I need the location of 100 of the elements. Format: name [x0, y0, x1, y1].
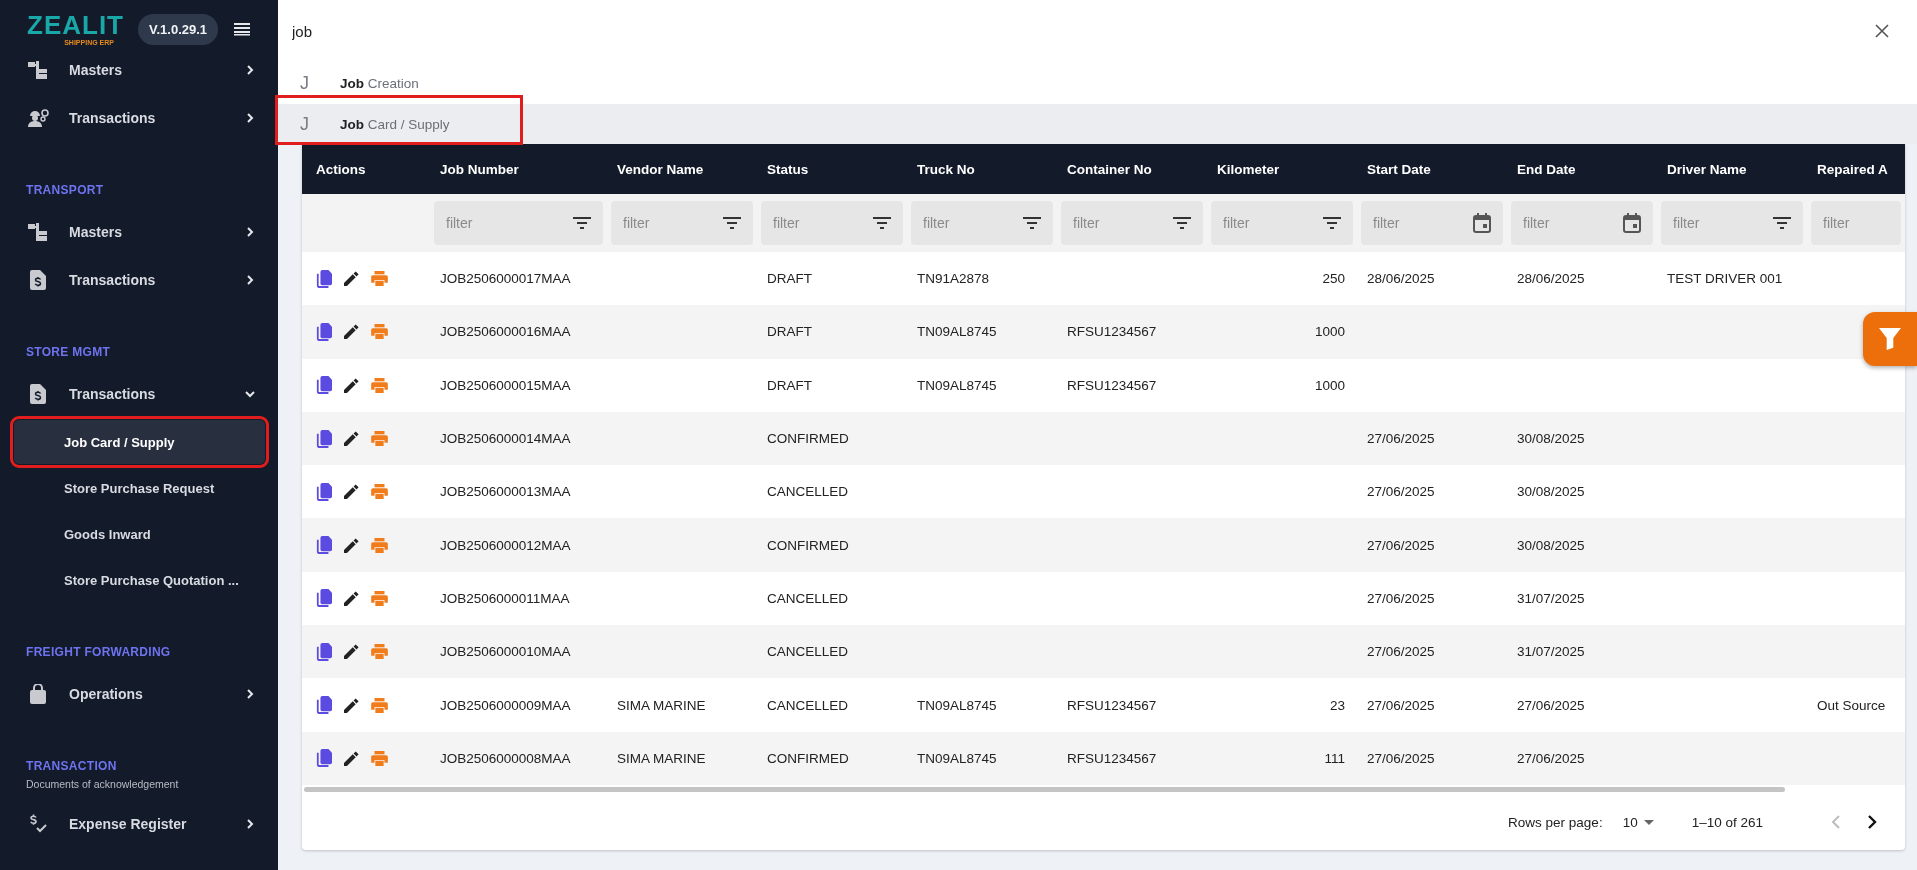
printer-icon[interactable] [371, 271, 388, 287]
table-cell: 111 [1324, 750, 1345, 766]
filter-input[interactable]: filter [1071, 214, 1173, 232]
copy-icon[interactable] [316, 642, 332, 661]
filter-lines-icon[interactable] [873, 217, 891, 229]
column-header[interactable]: Vendor Name [617, 161, 704, 177]
filter-button[interactable] [1863, 312, 1917, 366]
filter-input[interactable]: filter [1521, 214, 1623, 232]
suggestion-item[interactable]: J Job Card / Supply [278, 104, 1917, 144]
column-header[interactable]: Job Number [440, 161, 519, 177]
nav-item[interactable]: Masters [0, 208, 278, 256]
table-cell: SIMA MARINE [617, 750, 706, 766]
copy-icon[interactable] [316, 536, 332, 555]
filter-field[interactable]: filter [761, 201, 903, 245]
filter-field[interactable]: filter [1661, 201, 1803, 245]
filter-input[interactable]: filter [1671, 214, 1773, 232]
column-header[interactable]: Repaired A [1817, 161, 1888, 177]
table-cell: JOB2506000014MAA [440, 431, 571, 447]
pencil-icon[interactable] [344, 750, 359, 766]
filter-input[interactable]: filter [921, 214, 1023, 232]
copy-icon[interactable] [316, 589, 332, 608]
next-page-icon[interactable] [1867, 814, 1877, 831]
filter-field[interactable]: filter [1511, 201, 1653, 245]
filter-lines-icon[interactable] [1173, 217, 1191, 229]
filter-field[interactable]: filter [1361, 201, 1503, 245]
pencil-icon[interactable] [344, 271, 359, 287]
table-cell: RFSU1234567 [1067, 750, 1157, 766]
table-cell: CANCELLED [767, 484, 849, 500]
filter-input[interactable]: filter [771, 214, 873, 232]
table-cell: DRAFT [767, 377, 812, 393]
table-cell: TN09AL8745 [917, 324, 997, 340]
filter-field[interactable]: filter [1061, 201, 1203, 245]
column-header[interactable]: Kilometer [1217, 161, 1280, 177]
filter-lines-icon[interactable] [1773, 217, 1791, 229]
filter-lines-icon[interactable] [1023, 217, 1041, 229]
filter-field[interactable]: filter [1811, 201, 1901, 245]
filter-field[interactable]: filter [911, 201, 1053, 245]
column-header[interactable]: End Date [1517, 161, 1576, 177]
copy-icon[interactable] [316, 429, 332, 448]
filter-lines-icon[interactable] [573, 217, 591, 229]
suggestion-item[interactable]: J Job Creation [278, 62, 1917, 104]
printer-icon[interactable] [371, 697, 388, 713]
nav-item[interactable]: Operations [0, 670, 278, 718]
submenu-item[interactable]: Store Purchase Request [14, 466, 265, 510]
filter-lines-icon[interactable] [723, 217, 741, 229]
filter-lines-icon[interactable] [1323, 217, 1341, 229]
column-header[interactable]: Truck No [917, 161, 975, 177]
submenu-item[interactable]: Store Purchase Quotation ... [14, 558, 265, 602]
filter-field[interactable]: filter [1211, 201, 1353, 245]
rows-per-page-select[interactable]: 10 [1622, 814, 1654, 830]
column-header[interactable]: Actions [316, 161, 366, 177]
table-cell: 23 [1329, 697, 1345, 713]
close-icon[interactable] [1875, 24, 1889, 38]
nav-item[interactable]: Transactions [0, 256, 278, 304]
copy-icon[interactable] [316, 269, 332, 288]
copy-icon[interactable] [316, 749, 332, 768]
column-header[interactable]: Status [767, 161, 809, 177]
column-header[interactable]: Start Date [1367, 161, 1431, 177]
pencil-icon[interactable] [344, 431, 359, 447]
pencil-icon[interactable] [344, 537, 359, 553]
table-cell: TEST DRIVER 001 [1667, 271, 1783, 287]
nav-item[interactable]: Masters [0, 46, 278, 94]
table-cell: 31/07/2025 [1517, 590, 1585, 606]
search-input[interactable]: job [292, 22, 1875, 40]
hierarchy-icon [27, 61, 49, 79]
pencil-icon[interactable] [344, 590, 359, 606]
filter-input[interactable]: filter [444, 214, 573, 232]
column-header[interactable]: Container No [1067, 161, 1152, 177]
filter-field[interactable]: filter [611, 201, 753, 245]
table-cell: 30/08/2025 [1517, 431, 1585, 447]
copy-icon[interactable] [316, 322, 332, 341]
pencil-icon[interactable] [344, 697, 359, 713]
pencil-icon[interactable] [344, 644, 359, 660]
submenu-item[interactable]: Goods Inward [14, 512, 265, 556]
printer-icon[interactable] [371, 377, 388, 393]
pencil-icon[interactable] [344, 324, 359, 340]
calendar-icon[interactable] [1473, 213, 1491, 233]
nav-item[interactable]: Transactions [0, 94, 278, 142]
column-header[interactable]: Driver Name [1667, 161, 1747, 177]
copy-icon[interactable] [316, 482, 332, 501]
printer-icon[interactable] [371, 590, 388, 606]
filter-input[interactable]: filter [621, 214, 723, 232]
pencil-icon[interactable] [344, 377, 359, 393]
filter-input[interactable]: filter [1221, 214, 1323, 232]
hierarchy-icon [27, 223, 49, 241]
copy-icon[interactable] [316, 696, 332, 714]
horizontal-scrollbar[interactable] [304, 786, 1785, 792]
filter-field[interactable]: filter [434, 201, 603, 245]
printer-icon[interactable] [371, 484, 388, 500]
menu-icon[interactable] [234, 22, 251, 36]
search-field[interactable]: job [278, 0, 1917, 62]
nav-item[interactable]: Expense Register [0, 800, 278, 848]
pencil-icon[interactable] [344, 484, 359, 500]
filter-input[interactable]: filter [1371, 214, 1473, 232]
rows-per-page-label: Rows per page: [1508, 814, 1603, 830]
nav-item[interactable]: Transactions [0, 370, 278, 418]
copy-icon[interactable] [316, 376, 332, 395]
calendar-icon[interactable] [1623, 213, 1641, 233]
filter-input[interactable]: filter [1821, 214, 1889, 232]
table-cell: CONFIRMED [767, 431, 849, 447]
